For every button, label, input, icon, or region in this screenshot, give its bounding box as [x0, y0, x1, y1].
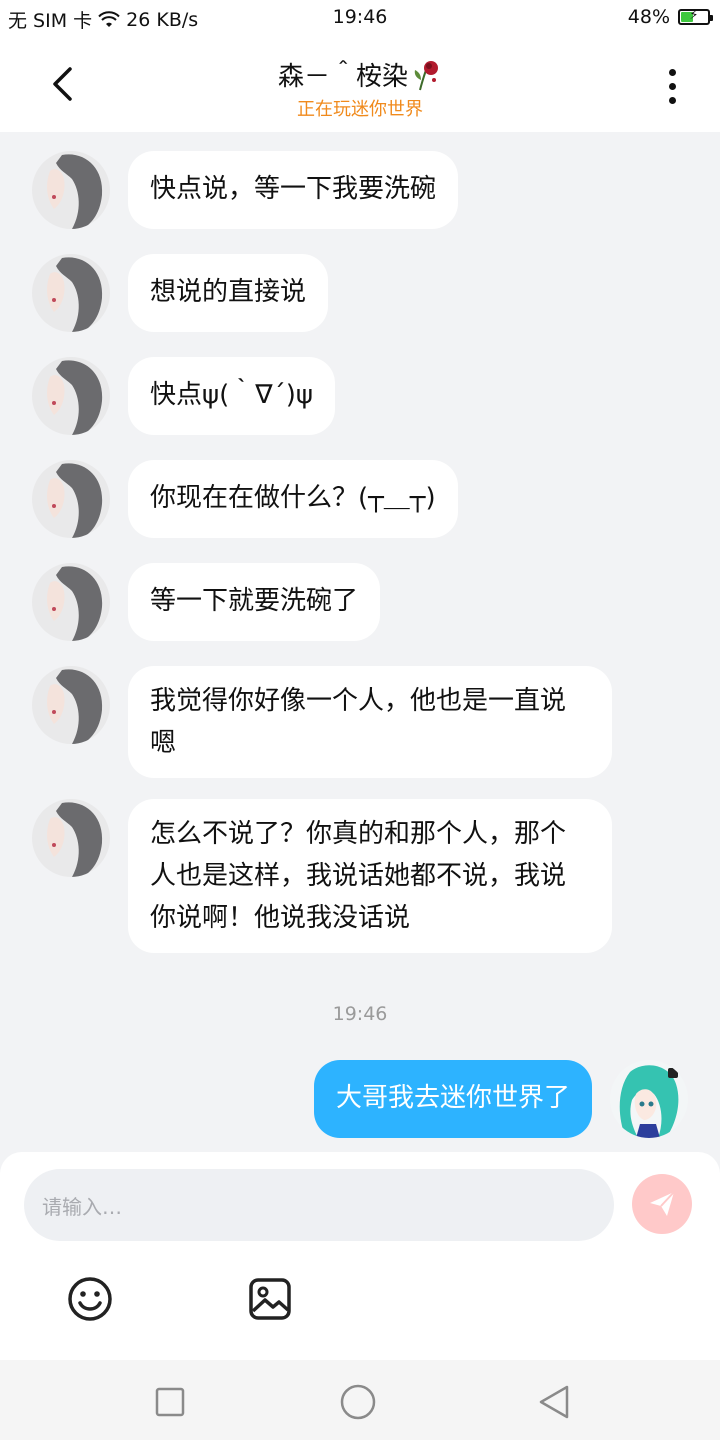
contact-avatar[interactable]: [32, 460, 110, 538]
square-icon: [155, 1387, 185, 1417]
message-input[interactable]: 请输入…: [24, 1169, 614, 1241]
message-bubble[interactable]: 我觉得你好像一个人，他也是一直说嗯: [128, 666, 612, 778]
chat-header: 森－＾桉染 正在玩迷你世界: [0, 36, 720, 132]
charging-icon: ⚡: [689, 8, 699, 23]
contact-avatar[interactable]: [32, 357, 110, 435]
triangle-back-icon: [539, 1385, 569, 1419]
more-button[interactable]: [652, 64, 692, 108]
title-block: 森－＾桉染 正在玩迷你世界: [0, 56, 720, 121]
contact-avatar[interactable]: [32, 254, 110, 332]
contact-name-row: 森－＾桉染: [278, 56, 442, 93]
emoji-button[interactable]: [66, 1275, 114, 1323]
back-nav-button[interactable]: [534, 1382, 574, 1422]
message-row: 等一下就要洗碗了: [32, 563, 381, 641]
message-row: 你现在在做什么？(┬＿┬): [32, 460, 458, 538]
contact-avatar[interactable]: [32, 666, 110, 744]
circle-icon: [340, 1384, 376, 1420]
message-row: 怎么不说了？你真的和那个人，那个人也是这样，我说话她都不说，我说你说啊！他说我没…: [32, 799, 612, 953]
status-bar: 无 SIM 卡 26 KB/s 19:46 48% ⚡: [0, 0, 720, 36]
image-icon: [249, 1278, 291, 1320]
smiley-icon: [68, 1277, 112, 1321]
my-avatar[interactable]: [610, 1060, 688, 1138]
recents-button[interactable]: [150, 1382, 190, 1422]
message-bubble[interactable]: 你现在在做什么？(┬＿┬): [128, 460, 458, 538]
rose-icon: [414, 60, 438, 90]
contact-name: 森－＾桉染: [277, 62, 408, 92]
status-right: 48% ⚡: [627, 6, 713, 28]
image-button[interactable]: [246, 1275, 294, 1323]
battery-icon: ⚡: [678, 8, 713, 25]
composer-panel: 请输入…: [0, 1152, 720, 1360]
contact-avatar[interactable]: [32, 151, 110, 229]
home-button[interactable]: [338, 1382, 378, 1422]
message-bubble[interactable]: 快点说，等一下我要洗碗: [128, 151, 459, 229]
my-message-bubble[interactable]: 大哥我去迷你世界了: [313, 1060, 592, 1138]
status-time: 19:46: [332, 6, 388, 28]
message-bubble[interactable]: 等一下就要洗碗了: [128, 563, 381, 641]
message-row: 快点说，等一下我要洗碗: [32, 151, 459, 229]
more-dot-icon: [668, 68, 676, 76]
send-button[interactable]: [632, 1174, 692, 1234]
message-bubble[interactable]: 怎么不说了？你真的和那个人，那个人也是这样，我说话她都不说，我说你说啊！他说我没…: [128, 799, 612, 953]
message-bubble[interactable]: 想说的直接说: [128, 254, 329, 332]
message-row: 想说的直接说: [32, 254, 329, 332]
more-dot-icon: [668, 96, 676, 104]
contact-status: 正在玩迷你世界: [297, 99, 423, 120]
contact-avatar[interactable]: [32, 799, 110, 877]
message-timestamp: 19:46: [332, 1003, 388, 1025]
contact-avatar[interactable]: [32, 563, 110, 641]
system-nav-bar: [0, 1360, 720, 1440]
more-dot-icon: [668, 82, 676, 90]
message-bubble[interactable]: 快点ψ(｀∇´)ψ: [128, 357, 335, 435]
battery-percent: 48%: [627, 6, 670, 28]
message-row: 快点ψ(｀∇´)ψ: [32, 357, 335, 435]
message-row: 我觉得你好像一个人，他也是一直说嗯: [32, 666, 612, 778]
my-message-row: 大哥我去迷你世界了: [313, 1060, 688, 1138]
send-icon: [650, 1191, 675, 1216]
